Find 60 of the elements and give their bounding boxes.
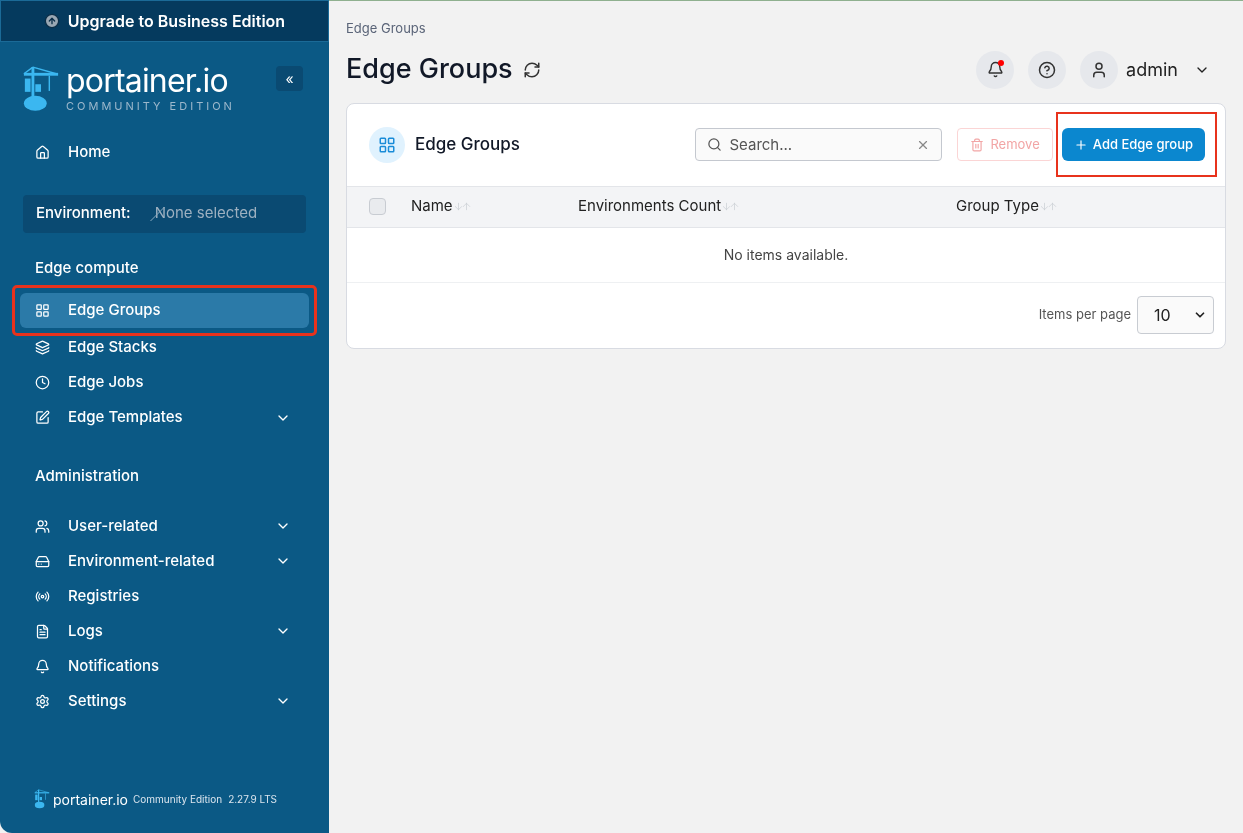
column-header[interactable]: Name	[411, 195, 472, 218]
environment-value: None selected	[154, 202, 258, 225]
nav-item[interactable]: Edge Stacks	[20, 330, 309, 365]
nav-icon	[35, 144, 50, 160]
column-header[interactable]: Group Type	[956, 195, 1058, 218]
footer-version: 2.27.9 LTS	[228, 791, 278, 807]
notifications-button[interactable]	[976, 50, 1015, 89]
items-per-page-select[interactable]: 10	[1137, 296, 1214, 334]
breadcrumb: Edge Groups	[346, 19, 427, 38]
nav-item[interactable]: Edge Jobs	[20, 365, 309, 400]
help-icon	[1038, 60, 1057, 79]
nav-item[interactable]: Environment-related	[20, 543, 309, 579]
nav-icon	[35, 340, 50, 355]
footer-edition: Community Edition	[133, 791, 223, 807]
logo-wordmark: portainer.io	[66, 64, 229, 98]
nav-item[interactable]: Registries	[20, 578, 309, 614]
search-icon	[707, 137, 723, 152]
section-title: Edge compute	[34, 256, 140, 279]
nav-icon	[35, 658, 50, 674]
plus-icon	[1073, 137, 1088, 152]
sort-icon	[452, 200, 472, 213]
nav-item[interactable]: Settings	[20, 683, 309, 719]
sort-icon	[1038, 200, 1058, 213]
nav-item[interactable]: Edge Groups	[20, 293, 309, 328]
search-field[interactable]: Search...	[695, 128, 943, 161]
nav-item[interactable]: Home	[20, 134, 309, 170]
add-edge-group-button[interactable]: Add Edge group	[1061, 128, 1205, 161]
nav-item[interactable]: Edge Templates	[20, 400, 309, 435]
upgrade-banner[interactable]: Upgrade to Business Edition	[0, 0, 329, 42]
items-per-page-label: Items per page	[1038, 305, 1131, 325]
nav-item[interactable]: Logs	[20, 613, 309, 649]
collapse-button[interactable]: «	[276, 66, 303, 91]
refresh-icon[interactable]	[522, 60, 541, 79]
nav-icon	[35, 375, 50, 390]
help-button[interactable]	[1028, 50, 1067, 89]
nav-icon	[35, 623, 50, 639]
column-header[interactable]: Environments Count	[578, 195, 741, 218]
crane-logo-icon	[34, 787, 50, 811]
card-title: Edge Groups	[415, 132, 520, 156]
empty-message: No items available.	[723, 245, 849, 265]
environment-label: Environment:	[36, 202, 131, 225]
arrow-up-circle-icon	[43, 13, 60, 29]
trash-icon	[970, 137, 985, 152]
nav-icon	[35, 553, 50, 569]
select-all-checkbox[interactable]	[369, 198, 386, 215]
nav-icon	[35, 410, 50, 425]
grid-icon	[378, 135, 396, 154]
section-title: Administration	[34, 465, 141, 487]
logo-subtitle: COMMUNITY EDITION	[66, 99, 235, 115]
nav-icon	[35, 303, 50, 318]
nav-icon	[35, 518, 50, 534]
nav-item[interactable]: User-related	[20, 508, 309, 544]
footer-wordmark: portainer.io	[53, 789, 128, 810]
page-title: Edge Groups	[346, 51, 513, 88]
nav-icon	[35, 693, 50, 709]
bell-icon	[986, 61, 1004, 78]
nav-item[interactable]: Notifications	[20, 648, 309, 684]
environment-selector[interactable]: Environment: None selected	[23, 194, 306, 233]
user-menu[interactable]: admin	[1080, 50, 1210, 89]
sort-icon	[721, 200, 741, 213]
